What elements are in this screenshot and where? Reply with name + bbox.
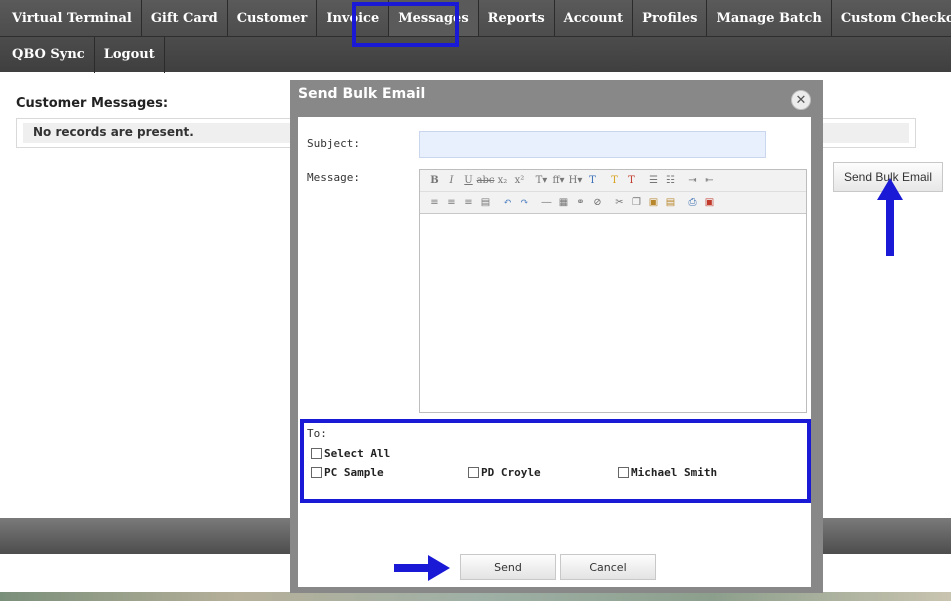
bold-icon[interactable]: B — [426, 172, 443, 190]
recipient-option[interactable]: Michael Smith — [618, 466, 717, 479]
outdent-icon[interactable]: ⇤ — [701, 172, 718, 190]
dialog-title: Send Bulk Email — [298, 86, 426, 102]
nav-reports[interactable]: Reports — [479, 0, 555, 36]
recipient-label: PC Sample — [324, 466, 384, 479]
table-icon[interactable]: ▦ — [555, 194, 572, 212]
copy-icon[interactable]: ❐ — [628, 194, 645, 212]
recipient-label: PD Croyle — [481, 466, 541, 479]
close-icon[interactable]: ✕ — [791, 90, 811, 110]
underline-icon[interactable]: U — [460, 172, 477, 190]
unlink-icon[interactable]: ⊘ — [589, 194, 606, 212]
clear-format-icon[interactable]: T — [623, 172, 640, 190]
select-all-option[interactable]: Select All — [311, 447, 390, 460]
link-icon[interactable]: ⚭ — [572, 194, 589, 212]
subject-label: Subject: — [307, 137, 360, 150]
cut-icon[interactable]: ✂ — [611, 194, 628, 212]
recipient-option[interactable]: PD Croyle — [468, 466, 541, 479]
redo-icon[interactable]: ↷ — [516, 194, 533, 212]
paste-text-icon[interactable]: ▤ — [662, 194, 679, 212]
align-right-icon[interactable]: ≡ — [460, 194, 477, 212]
top-navigation: Virtual Terminal Gift Card Customer Invo… — [0, 0, 951, 73]
message-textarea[interactable] — [420, 215, 806, 412]
nav-row-secondary: QBO Sync Logout — [0, 36, 951, 73]
send-bulk-email-dialog: Send Bulk Email ✕ Subject: Message: B I … — [290, 80, 823, 593]
nav-gift-card[interactable]: Gift Card — [142, 0, 228, 36]
paste-icon[interactable]: ▣ — [645, 194, 662, 212]
recipient-option[interactable]: PC Sample — [311, 466, 384, 479]
align-center-icon[interactable]: ≡ — [443, 194, 460, 212]
select-all-label: Select All — [324, 447, 391, 460]
arrow-up-annotation-icon — [877, 178, 903, 256]
horizontal-rule-icon[interactable]: ― — [538, 194, 555, 212]
nav-custom-checkout[interactable]: Custom Checkout — [832, 0, 951, 36]
dialog-body: Subject: Message: B I U abc x₂ x² T▾ ff▾… — [298, 117, 811, 587]
highlight-color-icon[interactable]: T — [606, 172, 623, 190]
nav-virtual-terminal[interactable]: Virtual Terminal — [0, 0, 142, 36]
subscript-icon[interactable]: x₂ — [494, 172, 511, 190]
font-family-icon[interactable]: ff▾ — [550, 172, 567, 190]
nav-row-primary: Virtual Terminal Gift Card Customer Invo… — [0, 0, 951, 36]
recipient-checkbox[interactable] — [311, 467, 322, 478]
bullet-list-icon[interactable]: ☰ — [645, 172, 662, 190]
superscript-icon[interactable]: x² — [511, 172, 528, 190]
page-title: Customer Messages: — [16, 96, 169, 111]
nav-manage-batch[interactable]: Manage Batch — [707, 0, 832, 36]
arrow-right-annotation-icon — [394, 555, 450, 581]
numbered-list-icon[interactable]: ☷ — [662, 172, 679, 190]
recipient-checkbox[interactable] — [468, 467, 479, 478]
font-size-icon[interactable]: T▾ — [533, 172, 550, 190]
editor-toolbar-row-2: ≡ ≡ ≡ ▤ ↶ ↷ ― ▦ ⚭ ⊘ ✂ ❐ ▣ ▤ ⎙ ▣ — [420, 192, 806, 214]
recipient-checkbox[interactable] — [618, 467, 629, 478]
justify-icon[interactable]: ▤ — [477, 194, 494, 212]
nav-qbo-sync[interactable]: QBO Sync — [0, 36, 95, 73]
nav-account[interactable]: Account — [555, 0, 634, 36]
to-label: To: — [307, 427, 327, 440]
nav-logout[interactable]: Logout — [95, 36, 165, 73]
italic-icon[interactable]: I — [443, 172, 460, 190]
strikethrough-icon[interactable]: abc — [477, 172, 495, 190]
heading-icon[interactable]: H▾ — [567, 172, 584, 190]
cancel-button[interactable]: Cancel — [560, 554, 656, 580]
select-all-checkbox[interactable] — [311, 448, 322, 459]
nav-customer[interactable]: Customer — [228, 0, 318, 36]
source-icon[interactable]: ▣ — [701, 194, 718, 212]
text-color-icon[interactable]: T — [584, 172, 601, 190]
send-button[interactable]: Send — [460, 554, 556, 580]
print-icon[interactable]: ⎙ — [684, 194, 701, 212]
messages-highlight-annotation — [352, 2, 459, 47]
recipients-highlight-annotation — [300, 419, 811, 503]
recipient-label: Michael Smith — [631, 466, 718, 479]
undo-icon[interactable]: ↶ — [499, 194, 516, 212]
nav-profiles[interactable]: Profiles — [633, 0, 708, 36]
editor-toolbar-row-1: B I U abc x₂ x² T▾ ff▾ H▾ T T T ☰ ☷ ⇥ ⇤ — [420, 170, 806, 192]
background-landscape-strip — [0, 592, 951, 601]
indent-icon[interactable]: ⇥ — [684, 172, 701, 190]
align-left-icon[interactable]: ≡ — [426, 194, 443, 212]
message-editor: B I U abc x₂ x² T▾ ff▾ H▾ T T T ☰ ☷ ⇥ ⇤ … — [419, 169, 807, 413]
subject-input[interactable] — [419, 131, 766, 158]
message-label: Message: — [307, 171, 360, 184]
